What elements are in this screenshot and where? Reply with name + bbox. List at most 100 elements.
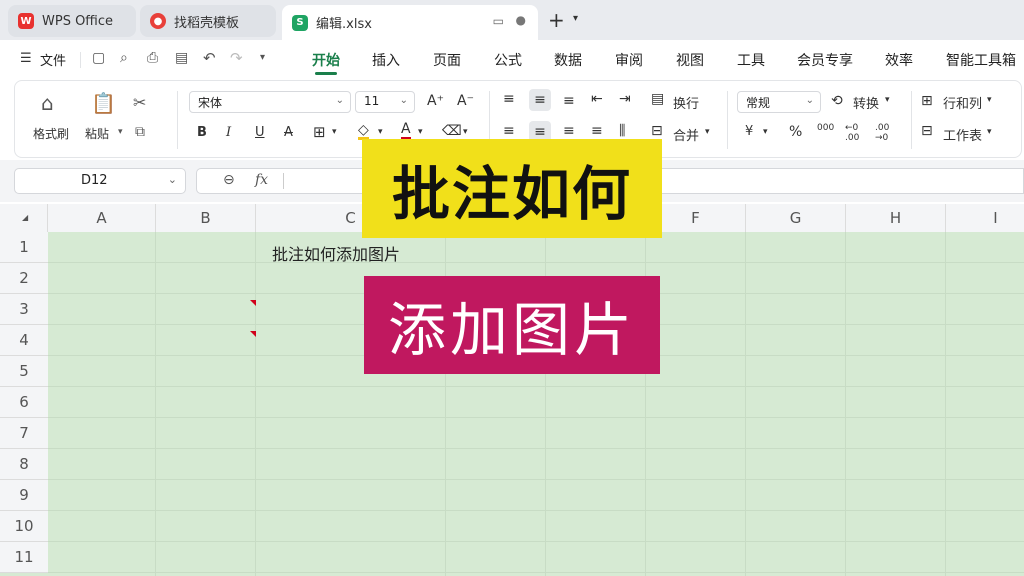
menu-member[interactable]: 会员专享 <box>797 50 853 70</box>
row-header-10[interactable]: 10 <box>0 511 48 542</box>
align-right-icon[interactable]: ≡ <box>563 123 575 139</box>
row-header-11[interactable]: 11 <box>0 542 48 573</box>
chevron-down-icon[interactable]: ▾ <box>118 127 123 137</box>
export-icon[interactable]: ⌕ <box>120 50 128 66</box>
new-tab-icon[interactable]: + <box>548 8 565 32</box>
chevron-down-icon[interactable]: ▾ <box>463 127 468 137</box>
thousands-separator-icon[interactable]: 000 <box>817 123 834 133</box>
paste-icon[interactable]: 📋 <box>91 91 116 115</box>
menu-insert[interactable]: 插入 <box>372 50 400 70</box>
comment-indicator-b3[interactable] <box>250 300 256 306</box>
cell-c1-text[interactable]: 批注如何添加图片 <box>272 241 400 265</box>
paste-button[interactable]: 粘贴 <box>85 125 109 142</box>
column-header-b[interactable]: B <box>156 204 256 232</box>
row-header-7[interactable]: 7 <box>0 418 48 449</box>
comment-indicator-b4[interactable] <box>250 331 256 337</box>
merge-button[interactable]: 合并 <box>673 125 699 144</box>
rows-cols-button[interactable]: 行和列 <box>943 93 982 112</box>
font-color-icon[interactable]: A <box>401 121 411 140</box>
tab-wps-office[interactable]: W WPS Office <box>8 5 136 37</box>
wrap-icon[interactable]: ▤ <box>651 91 664 107</box>
row-header-4[interactable]: 4 <box>0 325 48 356</box>
select-all-corner[interactable]: ◢ <box>0 204 48 232</box>
chevron-down-icon[interactable]: ▾ <box>763 127 768 137</box>
font-shrink-icon[interactable]: A⁻ <box>457 93 474 109</box>
chevron-down-icon[interactable]: ▾ <box>987 127 992 137</box>
percent-icon[interactable]: % <box>789 124 802 140</box>
indent-decrease-icon[interactable]: ⇤ <box>591 91 603 107</box>
font-size-select[interactable]: 11 ⌄ <box>355 91 415 113</box>
spreadsheet-grid[interactable]: ◢ A B C D E F G H I 1 2 3 4 5 6 7 8 9 10… <box>0 204 1024 576</box>
menu-page[interactable]: 页面 <box>433 50 461 70</box>
worksheet-icon[interactable]: ⊟ <box>921 123 933 139</box>
font-grow-icon[interactable]: A⁺ <box>427 93 444 109</box>
convert-icon[interactable]: ⟲ <box>831 93 843 109</box>
bold-icon[interactable]: B <box>197 125 207 140</box>
fill-color-icon[interactable]: ◇ <box>358 123 369 140</box>
format-painter-button[interactable]: 格式刷 <box>33 125 69 142</box>
column-header-a[interactable]: A <box>48 204 156 232</box>
merge-icon[interactable]: ⊟ <box>651 123 663 139</box>
name-box[interactable]: D12 ⌄ <box>14 168 186 194</box>
align-bottom-icon[interactable]: ≡ <box>563 93 575 109</box>
border-icon[interactable]: ⊞ <box>313 123 326 141</box>
align-left-icon[interactable]: ≡ <box>503 123 515 139</box>
decrease-decimal-icon[interactable]: .00 →0 <box>875 123 893 143</box>
column-header-h[interactable]: H <box>846 204 946 232</box>
convert-button[interactable]: 转换 <box>853 93 879 112</box>
wrap-button[interactable]: 换行 <box>673 93 699 112</box>
row-header-9[interactable]: 9 <box>0 480 48 511</box>
chevron-down-icon[interactable]: ▾ <box>260 52 265 63</box>
align-top-icon[interactable]: ≡ <box>503 91 515 107</box>
screen-icon[interactable]: ▭ <box>493 14 504 28</box>
cut-icon[interactable]: ✂ <box>133 93 146 112</box>
hamburger-icon[interactable]: ☰ <box>20 51 32 66</box>
menu-view[interactable]: 视图 <box>676 50 704 70</box>
indent-increase-icon[interactable]: ⇥ <box>619 91 631 107</box>
chevron-down-icon[interactable]: ▾ <box>573 13 578 24</box>
number-format-select[interactable]: 常规 ⌄ <box>737 91 821 113</box>
format-painter-icon[interactable]: ⌂ <box>41 91 54 115</box>
tab-docer-templates[interactable]: ● 找稻壳模板 <box>140 5 276 37</box>
chevron-down-icon[interactable]: ▾ <box>378 127 383 137</box>
chevron-down-icon[interactable]: ⌄ <box>168 173 177 186</box>
currency-icon[interactable]: ¥ <box>745 124 753 139</box>
chevron-down-icon[interactable]: ▾ <box>418 127 423 137</box>
font-name-select[interactable]: 宋体 ⌄ <box>189 91 351 113</box>
save-icon[interactable]: ▢ <box>92 50 105 66</box>
copy-icon[interactable]: ⧉ <box>135 124 145 140</box>
worksheet-button[interactable]: 工作表 <box>943 125 982 144</box>
justify-icon[interactable]: ≡ <box>591 123 603 139</box>
menu-smart-toolbox[interactable]: 智能工具箱 <box>946 50 1016 70</box>
fx-icon[interactable]: fx <box>255 172 268 188</box>
strikethrough-icon[interactable]: A <box>284 125 293 140</box>
row-header-2[interactable]: 2 <box>0 263 48 294</box>
underline-icon[interactable]: U <box>255 125 265 140</box>
row-header-6[interactable]: 6 <box>0 387 48 418</box>
rows-cols-icon[interactable]: ⊞ <box>921 93 933 109</box>
menu-tools[interactable]: 工具 <box>737 50 765 70</box>
chevron-down-icon[interactable]: ▾ <box>705 127 710 137</box>
print-icon[interactable]: ⎙ <box>147 50 158 66</box>
row-header-8[interactable]: 8 <box>0 449 48 480</box>
print-preview-icon[interactable]: ▤ <box>175 50 188 66</box>
menu-formula[interactable]: 公式 <box>494 50 522 70</box>
menu-file[interactable]: 文件 <box>40 50 66 69</box>
menu-home[interactable]: 开始 <box>312 50 340 70</box>
distributed-icon[interactable]: ⫼ <box>619 123 625 139</box>
chevron-down-icon[interactable]: ▾ <box>885 95 890 105</box>
column-header-g[interactable]: G <box>746 204 846 232</box>
italic-icon[interactable]: I <box>226 125 231 140</box>
redo-icon[interactable]: ↷ <box>230 49 243 67</box>
chevron-down-icon[interactable]: ▾ <box>987 95 992 105</box>
row-header-1[interactable]: 1 <box>0 232 48 263</box>
eraser-icon[interactable]: ⌫ <box>442 123 462 139</box>
align-middle-icon[interactable]: ≡ <box>529 89 551 111</box>
menu-data[interactable]: 数据 <box>554 50 582 70</box>
column-header-i[interactable]: I <box>946 204 1024 232</box>
undo-icon[interactable]: ↶ <box>203 49 216 67</box>
tab-edit-xlsx[interactable]: S 编辑.xlsx ▭ ● <box>282 5 538 40</box>
chevron-down-icon[interactable]: ▾ <box>332 127 337 137</box>
increase-decimal-icon[interactable]: ←0 .00 <box>845 123 863 143</box>
menu-review[interactable]: 审阅 <box>615 50 643 70</box>
